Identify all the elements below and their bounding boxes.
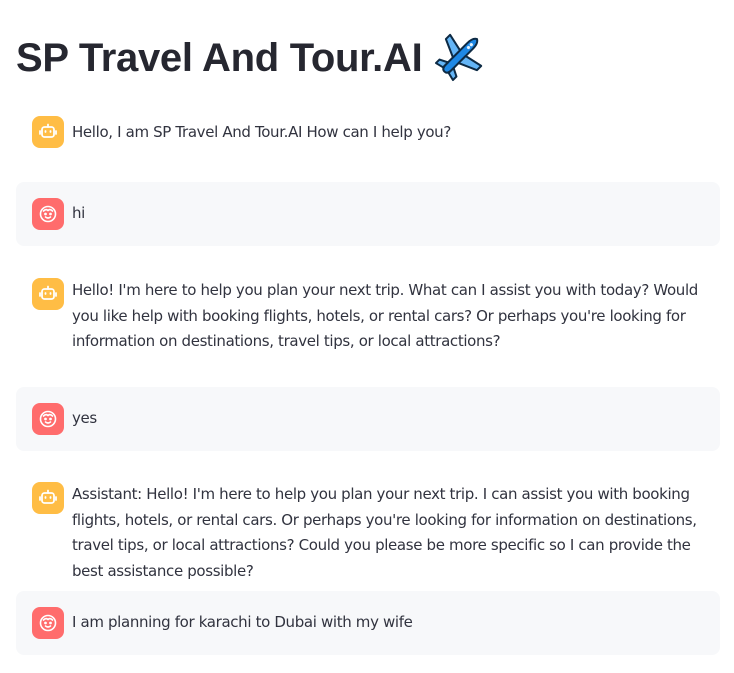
- chat-message-user: hi: [16, 182, 720, 246]
- page-title-text: SP Travel And Tour.AI: [16, 36, 423, 80]
- chat-message-text: I am planning for karachi to Dubai with …: [72, 613, 413, 631]
- smiling-face-icon: [32, 607, 64, 639]
- robot-face-icon: [32, 278, 64, 310]
- smiling-face-icon: [32, 198, 64, 230]
- chat-message-text: yes: [72, 409, 97, 427]
- chat-message-text: hi: [72, 204, 85, 222]
- chat-message-user: yes: [16, 387, 720, 451]
- chat-message-assistant: Hello, I am SP Travel And Tour.AI How ca…: [16, 104, 720, 160]
- chat-message-text: Assistant: Hello! I'm here to help you p…: [72, 485, 697, 580]
- chat-message-assistant: Assistant: Hello! I'm here to help you p…: [16, 468, 720, 580]
- chat-message-user: I am planning for karachi to Dubai with …: [16, 591, 720, 655]
- airplane-icon: [434, 30, 486, 82]
- smiling-face-icon: [32, 403, 64, 435]
- chat-message-text: Hello! I'm here to help you plan your ne…: [72, 281, 698, 350]
- page-title: SP Travel And Tour.AI: [16, 30, 486, 86]
- chat-message-assistant: Hello! I'm here to help you plan your ne…: [16, 264, 720, 368]
- robot-face-icon: [32, 482, 64, 514]
- chat-message-text: Hello, I am SP Travel And Tour.AI How ca…: [72, 123, 451, 141]
- robot-face-icon: [32, 116, 64, 148]
